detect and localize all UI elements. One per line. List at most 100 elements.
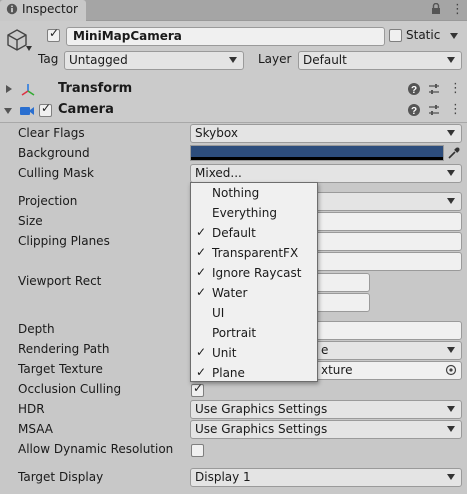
rendering-path-label: Rendering Path [18,342,110,356]
menu-item-everything[interactable]: Everything [191,204,317,224]
presets-icon[interactable] [427,82,441,96]
layer-dropdown[interactable]: Default [298,51,462,70]
lock-icon[interactable] [431,2,441,18]
target-display-dropdown[interactable]: Display 1 [190,468,462,487]
target-texture-label: Target Texture [18,362,103,376]
menu-item-ui[interactable]: UI [191,304,317,324]
clear-flags-label: Clear Flags [18,126,85,140]
active-checkbox[interactable] [47,26,60,42]
menu-item-label: Everything [212,206,277,220]
clear-flags-dropdown[interactable]: Skybox [190,124,462,143]
menu-item-label: TransparentFX [212,246,299,260]
menu-item-label: Default [212,226,256,240]
tag-label: Tag [38,52,59,66]
chevron-down-icon [447,474,455,480]
static-dropdown-caret[interactable] [450,33,458,39]
menu-item-label: Nothing [212,186,260,200]
icon-picker-caret[interactable] [26,46,32,51]
culling-mask-value: Mixed... [195,166,242,180]
layer-value: Default [303,53,347,67]
camera-icon [19,104,35,121]
background-color-field[interactable] [190,145,444,161]
transform-title: Transform [58,81,133,96]
chevron-down-icon [447,347,455,353]
info-icon [6,3,18,18]
hdr-value: Use Graphics Settings [195,402,328,416]
context-menu-icon[interactable]: ⋮ [449,102,463,117]
foldout-collapsed-icon [6,85,12,93]
chevron-down-icon [229,57,237,63]
menu-item-ignore-raycast[interactable]: ✓ Ignore Raycast [191,264,317,284]
menu-item-transparentfx[interactable]: ✓ TransparentFX [191,244,317,264]
chevron-down-icon [447,406,455,412]
svg-text:?: ? [411,85,417,96]
object-picker-icon[interactable] [445,364,457,379]
menu-item-label: Plane [212,366,245,380]
foldout-expanded-icon [4,108,12,114]
tab-label: Inspector [22,2,78,16]
background-color-swatch [191,146,443,157]
svg-text:?: ? [411,106,417,117]
menu-item-label: Water [212,286,248,300]
checkmark-icon: ✓ [196,225,207,239]
menu-item-portrait[interactable]: Portrait [191,324,317,344]
camera-header[interactable]: Camera ? ⋮ [0,100,467,123]
checkmark-icon: ✓ [196,365,207,379]
chevron-down-icon [447,426,455,432]
hdr-label: HDR [18,402,45,416]
size-label: Size [18,214,43,228]
clear-flags-value: Skybox [195,126,238,140]
menu-item-plane[interactable]: ✓ Plane [191,364,317,384]
msaa-value: Use Graphics Settings [195,422,328,436]
culling-mask-label: Culling Mask [18,166,94,180]
transform-header[interactable]: Transform ? ⋮ [0,79,467,102]
object-name-field[interactable]: MiniMapCamera [66,27,385,46]
more-options-icon[interactable]: ⋮ [451,2,464,17]
chevron-down-icon [447,57,455,63]
camera-title: Camera [58,102,114,117]
msaa-dropdown[interactable]: Use Graphics Settings [190,420,462,439]
checkmark-icon: ✓ [196,265,207,279]
background-label: Background [18,146,90,160]
tab-inspector[interactable]: Inspector [0,0,86,21]
projection-label: Projection [18,194,78,208]
target-display-value: Display 1 [195,470,251,484]
menu-item-nothing[interactable]: Nothing [191,184,317,204]
static-checkbox[interactable] [389,29,402,42]
menu-item-unit[interactable]: ✓ Unit [191,344,317,364]
context-menu-icon[interactable]: ⋮ [449,81,463,96]
dynamic-resolution-label: Allow Dynamic Resolution [18,442,174,456]
presets-icon[interactable] [427,103,441,117]
culling-mask-menu: Nothing Everything ✓ Default ✓ TransparentFX ✓… [190,182,318,382]
hdr-dropdown[interactable]: Use Graphics Settings [190,400,462,419]
menu-item-default[interactable]: ✓ Default [191,224,317,244]
occlusion-culling-label: Occlusion Culling [18,382,122,396]
viewport-rect-label: Viewport Rect [18,274,102,288]
dynamic-resolution-checkbox[interactable] [191,444,204,457]
eyedropper-icon[interactable] [447,146,461,163]
culling-mask-dropdown[interactable]: Mixed... [190,164,462,183]
help-icon[interactable]: ? [407,103,421,117]
checkmark-icon: ✓ [196,245,207,259]
occlusion-culling-checkbox[interactable] [191,381,204,397]
checkmark-icon: ✓ [196,285,207,299]
chevron-down-icon [447,130,455,136]
menu-item-label: Ignore Raycast [212,266,302,280]
depth-label: Depth [18,322,55,336]
camera-enabled-checkbox[interactable] [39,101,52,117]
menu-item-label: Portrait [212,326,257,340]
menu-item-label: UI [212,306,225,320]
layer-label: Layer [258,52,292,66]
menu-item-water[interactable]: ✓ Water [191,284,317,304]
target-display-label: Target Display [18,470,104,484]
transform-icon [20,82,36,101]
chevron-down-icon [447,198,455,204]
tag-value: Untagged [69,53,128,67]
tag-dropdown[interactable]: Untagged [64,51,244,70]
menu-item-label: Unit [212,346,237,360]
msaa-label: MSAA [18,422,53,436]
alpha-bar [191,157,443,160]
chevron-down-icon [447,170,455,176]
clipping-planes-label: Clipping Planes [18,234,110,248]
help-icon[interactable]: ? [407,82,421,96]
